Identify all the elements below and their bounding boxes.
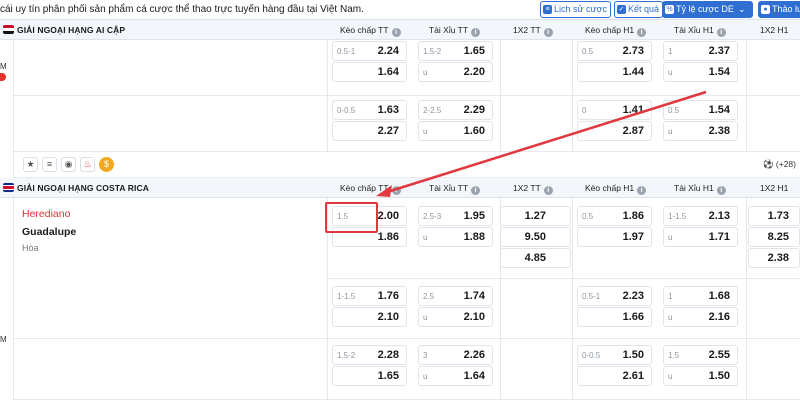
annotation-arrow [376,90,707,197]
